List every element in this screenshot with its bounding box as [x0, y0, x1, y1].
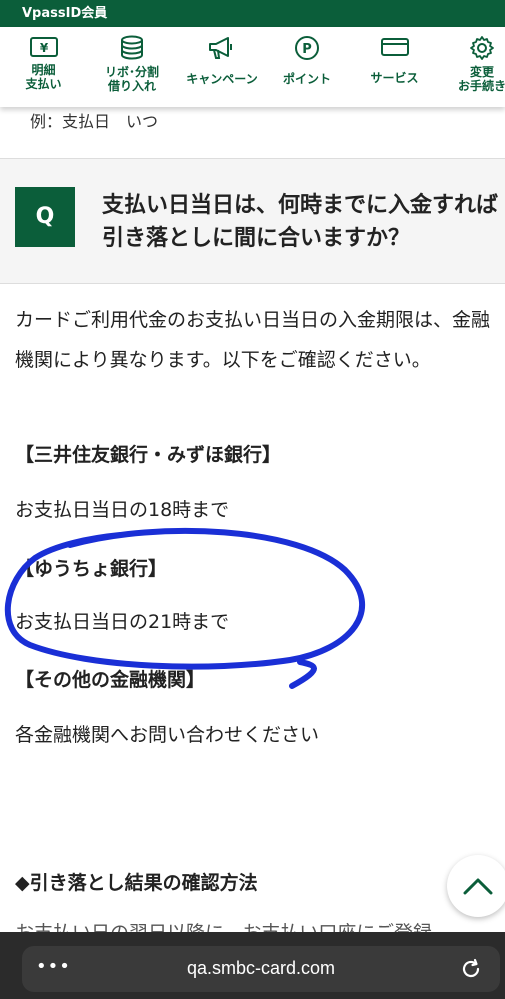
nav-item-procedures[interactable]: 変更 お手続き	[442, 27, 505, 107]
coin-stack-icon	[121, 35, 143, 60]
member-bar: VpassID会員	[0, 0, 505, 27]
url-text[interactable]: qa.smbc-card.com	[22, 958, 500, 979]
yen-card-icon: ¥	[29, 37, 58, 57]
nav-label-procedures: 変更 お手続き	[457, 65, 505, 93]
question-text: 支払い日当日は、何時までに入金すれば引き落としに間に合いますか？	[102, 193, 499, 251]
nav-label-revolving: リボ･分割 借り入れ	[104, 65, 159, 93]
nav-label-statement: 明細 支払い	[25, 63, 62, 91]
nav-item-points[interactable]: P ポイント	[267, 27, 347, 107]
svg-text:P: P	[302, 42, 312, 57]
section-heading-smbc-mizuho: 【三井住友銀行・みずほ銀行】	[15, 444, 282, 466]
nav-item-campaign[interactable]: キャンペーン	[177, 27, 267, 107]
next-section-heading: ◆引き落とし結果の確認方法	[15, 872, 258, 894]
question-box: Q 支払い日当日は、何時までに入金すれば引き落としに間に合いますか？	[0, 158, 505, 284]
section-heading-other: 【その他の金融機関】	[15, 669, 206, 691]
question-mark-badge: Q	[15, 187, 75, 247]
nav-label-campaign: キャンペーン	[186, 72, 258, 86]
section-detail-yucho: お支払日当日の21時まで	[15, 611, 230, 633]
nav-item-services[interactable]: サービス	[347, 27, 442, 107]
point-p-icon: P	[295, 36, 319, 60]
svg-text:¥: ¥	[39, 41, 48, 55]
chevron-up-icon	[463, 878, 493, 895]
section-detail-other: 各金融機関へお問い合わせください	[15, 724, 320, 746]
reload-icon[interactable]	[460, 958, 482, 980]
section-heading-yucho: 【ゆうちょ銀行】	[15, 558, 168, 580]
nav-label-services: サービス	[370, 71, 419, 85]
gear-icon	[470, 36, 494, 60]
section-detail-smbc-mizuho: お支払日当日の18時まで	[15, 499, 230, 521]
address-bar[interactable]: ••• qa.smbc-card.com	[22, 946, 500, 992]
scroll-to-top-button[interactable]	[447, 855, 505, 917]
nav-item-revolving[interactable]: リボ･分割 借り入れ	[87, 27, 177, 107]
member-label: VpassID会員	[22, 6, 108, 21]
nav-label-points: ポイント	[282, 72, 331, 86]
answer-intro: カードご利用代金のお支払い日当日の入金期限は、金融機関により異なります。以下をご…	[15, 309, 491, 371]
card-icon	[380, 38, 409, 56]
megaphone-icon	[209, 37, 232, 59]
browser-toolbar: ••• qa.smbc-card.com	[0, 932, 505, 999]
search-example-text: 例：支払日 いつ	[30, 112, 159, 131]
nav-item-statement[interactable]: ¥ 明細 支払い	[0, 27, 87, 107]
main-nav: ¥ 明細 支払い リボ･分割 借り入れ キャンペーン P ポイント サービス 変…	[0, 27, 505, 107]
